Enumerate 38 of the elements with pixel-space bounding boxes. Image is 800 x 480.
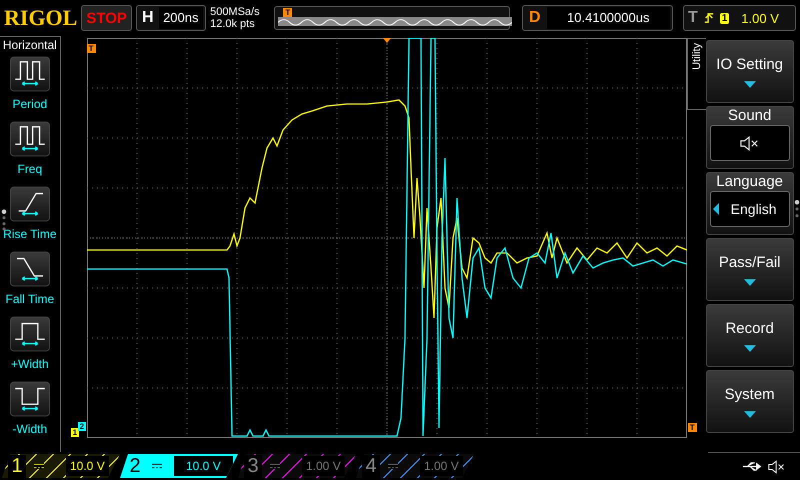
timebase-value: 200ns — [158, 7, 204, 29]
menu-title: Utility — [691, 43, 702, 70]
trigger-marker: T — [86, 44, 96, 53]
measure-button[interactable]: Fall Time — [5, 249, 54, 306]
measure-button[interactable]: Period — [10, 54, 50, 111]
delay-box[interactable]: D 10.4100000us — [522, 5, 673, 31]
timebase-label: H — [140, 9, 154, 27]
trigger-label: T — [688, 9, 698, 27]
delay-value: 10.4100000us — [546, 7, 670, 29]
channel-marker: 2 — [78, 422, 86, 431]
measure-button[interactable]: +Width — [10, 314, 50, 371]
channel-tab[interactable]: 4 1.00 V — [356, 454, 474, 478]
channel-tab[interactable]: 2 10.0 V — [120, 454, 238, 478]
delay-label: D — [528, 9, 542, 27]
channel-tab[interactable]: 3 1.00 V — [238, 454, 356, 478]
channel-marker: 1 — [70, 428, 80, 437]
trigger-box[interactable]: T 1 1.00 V — [682, 5, 796, 31]
sample-rate: 500MSa/s — [210, 6, 261, 18]
run-stop-indicator[interactable]: STOP — [81, 5, 132, 31]
language-select[interactable]: English — [710, 191, 790, 227]
trigger-level: 1.00 V — [741, 10, 779, 26]
menu-button[interactable]: Pass/Fail — [706, 238, 794, 301]
brand-logo: RIGOL — [4, 5, 78, 31]
trigger-level-marker: T — [688, 423, 697, 432]
menu-title: Horizontal — [2, 38, 57, 52]
trigger-position-marker: T — [283, 8, 292, 17]
menu-button[interactable]: IO Setting — [706, 40, 794, 103]
measure-button[interactable]: Freq — [10, 119, 50, 176]
menu-label: Language — [716, 173, 784, 190]
timebase-box[interactable]: H 200ns — [136, 5, 206, 31]
menu-label: Sound — [728, 107, 772, 124]
memory-depth: 12.0k pts — [210, 18, 256, 30]
menu-button[interactable]: Record — [706, 304, 794, 367]
measure-button[interactable]: -Width — [10, 379, 50, 436]
channel-tab[interactable]: 1 10.0 V — [2, 454, 120, 478]
menu-button[interactable]: System — [706, 370, 794, 433]
trigger-source: 1 — [720, 12, 730, 24]
measure-button[interactable]: Rise Time — [3, 184, 56, 241]
